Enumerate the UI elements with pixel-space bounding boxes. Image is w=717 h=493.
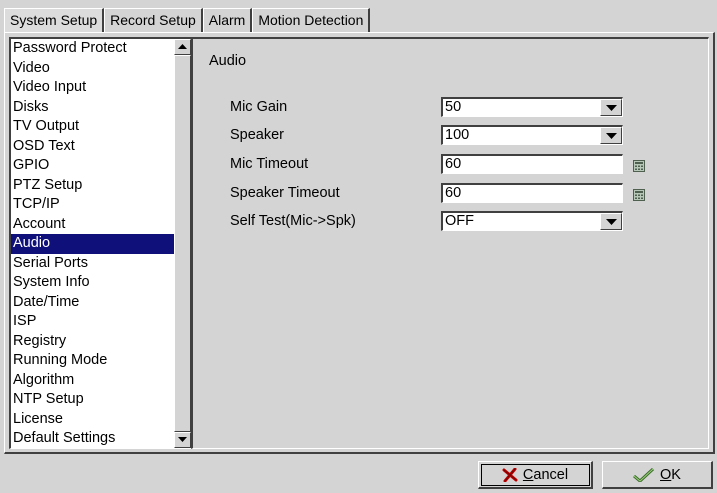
list-item-tcp-ip[interactable]: TCP/IP xyxy=(11,195,174,215)
check-mark-icon xyxy=(633,467,655,482)
list-item-ptz-setup[interactable]: PTZ Setup xyxy=(11,176,174,196)
scroll-thumb[interactable] xyxy=(174,55,191,432)
tab-bar: System Setup Record Setup Alarm Motion D… xyxy=(4,8,371,32)
tab-alarm[interactable]: Alarm xyxy=(202,8,253,32)
list-item-ntp-setup[interactable]: NTP Setup xyxy=(11,390,174,410)
speaker-value: 100 xyxy=(445,127,470,143)
section-title: Audio xyxy=(209,53,247,69)
speaker-timeout-field[interactable]: 60 xyxy=(441,183,623,203)
chevron-down-icon xyxy=(606,219,617,225)
list-item-algorithm[interactable]: Algorithm xyxy=(11,371,174,391)
list-item-isp[interactable]: ISP xyxy=(11,312,174,332)
list-item-osd-text[interactable]: OSD Text xyxy=(11,137,174,157)
list-item-running-mode[interactable]: Running Mode xyxy=(11,351,174,371)
speaker-timeout-label: Speaker Timeout xyxy=(230,185,340,201)
settings-category-list: Password Protect Video Video Input Disks… xyxy=(11,39,174,448)
speaker-select[interactable]: 100 xyxy=(441,125,623,145)
mic-timeout-label: Mic Timeout xyxy=(230,156,309,172)
self-test-dropdown-button[interactable] xyxy=(600,213,622,230)
tab-system-setup[interactable]: System Setup xyxy=(4,8,105,32)
ok-button-label: OK xyxy=(660,466,681,483)
list-item-disks[interactable]: Disks xyxy=(11,98,174,118)
self-test-select[interactable]: OFF xyxy=(441,211,623,231)
cancel-button[interactable]: Cancel xyxy=(478,461,593,489)
list-item-account[interactable]: Account xyxy=(11,215,174,235)
self-test-value: OFF xyxy=(445,213,474,229)
scroll-up-button[interactable] xyxy=(174,39,191,55)
list-item-system-info[interactable]: System Info xyxy=(11,273,174,293)
tab-record-setup[interactable]: Record Setup xyxy=(104,8,203,32)
speaker-dropdown-button[interactable] xyxy=(600,127,622,144)
x-mark-icon xyxy=(502,467,518,482)
calculator-icon[interactable] xyxy=(633,160,645,172)
ok-button[interactable]: OK xyxy=(602,461,713,489)
list-item-gpio[interactable]: GPIO xyxy=(11,156,174,176)
scroll-down-button[interactable] xyxy=(174,432,191,448)
settings-category-listbox: Password Protect Video Video Input Disks… xyxy=(9,37,192,449)
list-item-registry[interactable]: Registry xyxy=(11,332,174,352)
chevron-down-icon xyxy=(606,105,617,111)
list-item-password-protect[interactable]: Password Protect xyxy=(11,39,174,59)
arrow-down-icon xyxy=(178,437,187,442)
speaker-label: Speaker xyxy=(230,127,285,143)
mic-timeout-field[interactable]: 60 xyxy=(441,154,623,174)
arrow-up-icon xyxy=(178,44,187,49)
cancel-button-label: Cancel xyxy=(522,466,569,483)
chevron-down-icon xyxy=(606,133,617,139)
mic-gain-dropdown-button[interactable] xyxy=(600,99,622,116)
settings-frame: Password Protect Video Video Input Disks… xyxy=(4,32,715,454)
mic-gain-select[interactable]: 50 xyxy=(441,97,623,117)
list-item-audio[interactable]: Audio xyxy=(11,234,174,254)
audio-settings-panel: Audio Mic Gain 50 Speaker 100 Mic Timeou… xyxy=(191,37,709,449)
list-scrollbar[interactable] xyxy=(174,39,191,448)
list-item-video[interactable]: Video xyxy=(11,59,174,79)
list-item-date-time[interactable]: Date/Time xyxy=(11,293,174,313)
list-item-default-settings[interactable]: Default Settings xyxy=(11,429,174,448)
list-item-video-input[interactable]: Video Input xyxy=(11,78,174,98)
list-item-tv-output[interactable]: TV Output xyxy=(11,117,174,137)
list-item-serial-ports[interactable]: Serial Ports xyxy=(11,254,174,274)
list-item-license[interactable]: License xyxy=(11,410,174,430)
mic-gain-label: Mic Gain xyxy=(230,99,288,115)
calculator-icon[interactable] xyxy=(633,189,645,201)
self-test-label: Self Test(Mic->Spk) xyxy=(230,213,356,229)
tab-motion-detection[interactable]: Motion Detection xyxy=(252,8,371,32)
mic-gain-value: 50 xyxy=(445,99,462,115)
